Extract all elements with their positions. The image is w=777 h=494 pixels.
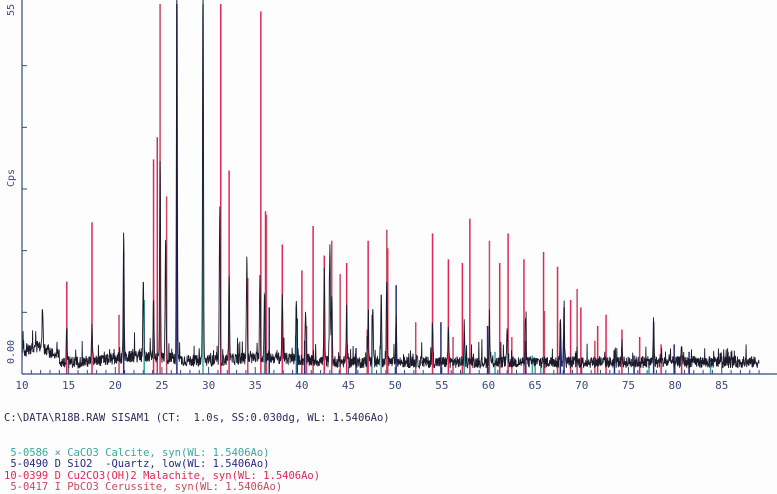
axes: Cps 0.00 55 [6, 0, 777, 375]
legend-entry: 5-0417 I PbCO3 Cerussite, syn(WL: 1.5406… [4, 481, 283, 493]
tick-marks [21, 65, 760, 374]
reference-patterns [66, 4, 712, 374]
y-tick-label-top: 55 [6, 4, 17, 16]
x-tick-label: 75 [622, 379, 635, 392]
x-tick-label: 80 [668, 379, 681, 392]
xrd-chart: Cps 0.00 55 10 15 20 25 30 35 40 45 50 55 60 65 70 75… [6, 0, 777, 392]
caption: C:\DATA\R18B.RAW SISAM1 (CT: 1.0s, SS:0.… [4, 390, 604, 493]
legend-entry: 5-0586 × CaCO3 Calcite, syn(WL: 1.5406Ao… [4, 446, 270, 459]
y-axis-label: Cps [6, 169, 17, 187]
scan-info: C:\DATA\R18B.RAW SISAM1 (CT: 1.0s, SS:0.… [4, 412, 390, 424]
legend: 5-0586 × CaCO3 Calcite, syn(WL: 1.5406Ao… [4, 446, 604, 493]
x-tick-label: 85 [715, 379, 728, 392]
legend-entry: 10-0399 D Cu2CO3(OH)2 Malachite, syn(WL:… [4, 469, 321, 482]
measured-pattern [21, 0, 760, 370]
measured-trace [21, 0, 760, 370]
y-tick-label-0: 0.00 [6, 340, 17, 364]
legend-entry: 5-0490 D SiO2 -Quartz, low(WL: 1.5406Ao) [4, 458, 270, 470]
